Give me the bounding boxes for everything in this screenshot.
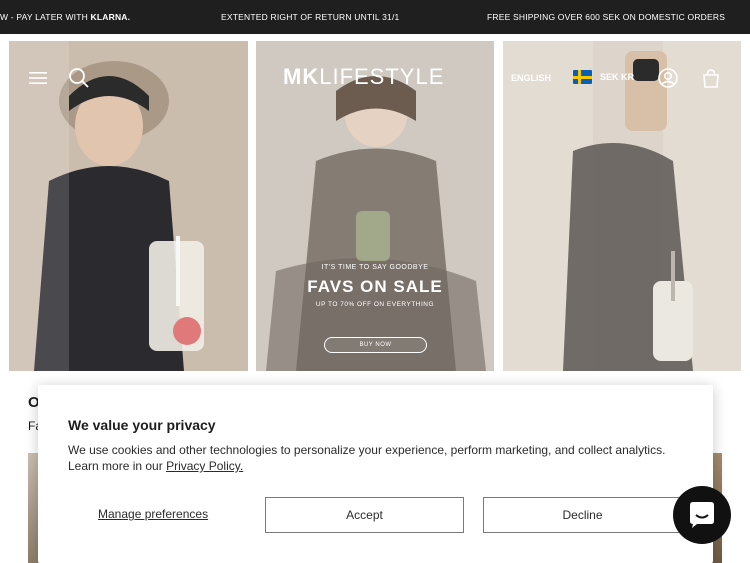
accept-button[interactable]: Accept: [265, 497, 464, 533]
sale-headline: FAVS ON SALE: [307, 277, 443, 296]
hero-sale-banner[interactable]: IT'S TIME TO SAY GOODBYE FAVS ON SALE UP…: [256, 41, 494, 371]
cart-icon[interactable]: [699, 66, 723, 90]
hero-image-right[interactable]: [503, 41, 741, 371]
announcement-returns[interactable]: EXTENTED RIGHT OF RETURN UNTIL 31/1: [221, 12, 399, 22]
privacy-body: We use cookies and other technologies to…: [68, 442, 683, 474]
page: W - PAY LATER WITH KLARNA. EXTENTED RIGH…: [0, 0, 750, 563]
language-selector[interactable]: ENGLISH: [511, 73, 551, 83]
sweden-flag-icon: [573, 70, 592, 84]
manage-preferences-link[interactable]: Manage preferences: [98, 507, 208, 521]
hero-photo-woman-sitting: [256, 41, 494, 371]
hero-photo-woman-phone: [9, 41, 248, 371]
announcement-bar: W - PAY LATER WITH KLARNA. EXTENTED RIGH…: [0, 0, 750, 34]
chat-icon: [690, 502, 714, 528]
announcement-shipping[interactable]: FREE SHIPPING OVER 600 SEK ON DOMESTIC O…: [487, 12, 725, 22]
announcement-klarna[interactable]: W - PAY LATER WITH KLARNA.: [0, 12, 130, 22]
privacy-title: We value your privacy: [68, 417, 216, 433]
chat-launcher-button[interactable]: [673, 486, 731, 544]
logo-rest: LIFESTYLE: [319, 64, 445, 89]
hero-image-left[interactable]: [9, 41, 248, 371]
announcement-klarna-bold: KLARNA.: [90, 12, 131, 22]
decline-button[interactable]: Decline: [483, 497, 682, 533]
announcement-klarna-text: W - PAY LATER WITH: [0, 12, 91, 22]
privacy-body-text: We use cookies and other technologies to…: [68, 443, 666, 473]
privacy-policy-link[interactable]: Privacy Policy.: [166, 459, 243, 473]
menu-icon[interactable]: [26, 66, 50, 90]
site-logo[interactable]: MKLIFESTYLE: [283, 64, 444, 90]
currency-selector[interactable]: SEK KR: [573, 70, 634, 84]
sale-tagline: IT'S TIME TO SAY GOODBYE: [321, 264, 429, 271]
privacy-banner: We value your privacy We use cookies and…: [38, 385, 713, 563]
buy-now-button[interactable]: BUY NOW: [324, 337, 427, 353]
sale-subline: UP TO 70% OFF ON EVERYTHING: [315, 301, 435, 308]
currency-label: SEK KR: [600, 72, 635, 82]
search-icon[interactable]: [67, 66, 91, 90]
logo-bold: MK: [283, 64, 320, 89]
account-icon[interactable]: [656, 66, 680, 90]
hero-photo-woman-mirror-selfie: [503, 41, 741, 371]
